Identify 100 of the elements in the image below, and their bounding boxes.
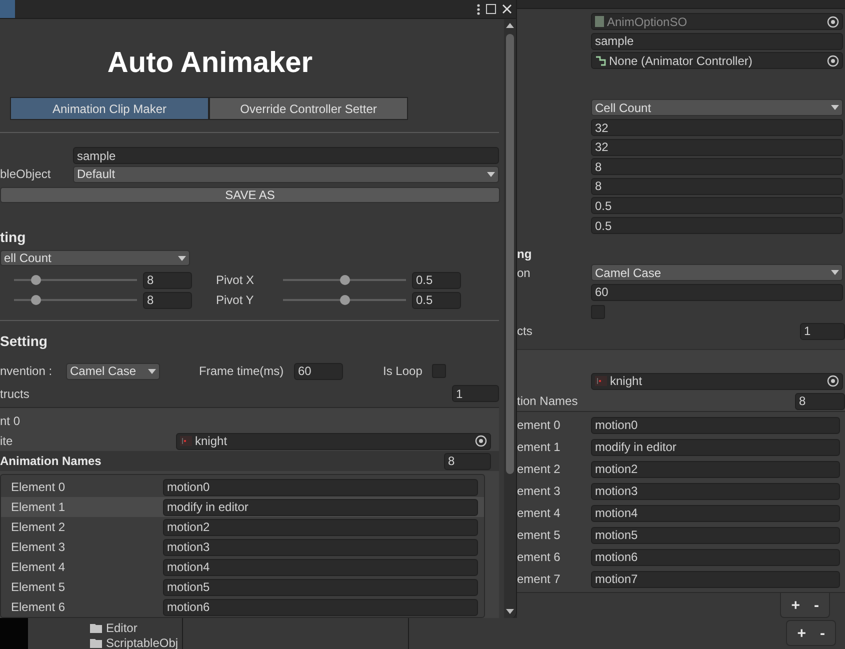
script-field: AnimOptionSO (591, 13, 843, 30)
dropdown-caret-icon (831, 270, 839, 276)
name-field[interactable]: sample (591, 32, 843, 50)
text-field[interactable]: motion5 (591, 526, 840, 544)
target-icon[interactable] (475, 435, 487, 448)
field-label: Is Loop (383, 364, 424, 378)
tab[interactable]: Animation Clip Maker (10, 97, 209, 120)
slider[interactable] (283, 275, 406, 286)
slider-thumb[interactable] (31, 275, 42, 286)
slider-thumb[interactable] (31, 295, 42, 306)
text-field[interactable]: motion5 (163, 578, 478, 596)
dropdown-caret-icon (178, 256, 186, 261)
sprite-field[interactable]: knight (176, 432, 491, 450)
number-field[interactable]: 1 (800, 322, 845, 340)
more-icon[interactable] (477, 4, 480, 14)
slider-thumb[interactable] (340, 295, 350, 306)
number-field[interactable]: 0.5 (591, 197, 843, 214)
element-label: Element 0 (10, 480, 66, 494)
number-field[interactable]: 8 (143, 272, 192, 289)
text-field[interactable]: modify in editor (591, 438, 840, 456)
element-label: ement 7 (517, 572, 562, 586)
folder-icon (90, 638, 102, 648)
list-header[interactable]: tion Names (517, 394, 795, 408)
text-field[interactable]: motion0 (591, 416, 840, 434)
number-field[interactable]: 32 (591, 119, 843, 136)
close-icon[interactable] (502, 4, 512, 14)
element-label: ement 1 (517, 440, 562, 454)
target-icon[interactable] (827, 375, 839, 388)
element-label: Element 3 (10, 540, 66, 554)
number-field[interactable]: 0.5 (591, 217, 843, 234)
scroll-down-icon[interactable] (506, 609, 514, 614)
list-control-button[interactable]: - (814, 596, 819, 614)
number-field[interactable]: 8 (591, 158, 843, 176)
section-header: ting (0, 229, 27, 248)
text-field[interactable]: modify in editor (163, 498, 478, 516)
text-field[interactable]: motion2 (163, 518, 478, 536)
number-field[interactable]: 1 (452, 385, 499, 402)
field-label: ite (0, 434, 14, 448)
text-field[interactable]: motion2 (591, 460, 840, 478)
number-field[interactable]: 8 (143, 292, 192, 309)
list-row[interactable]: Element 0 motion0 (1, 477, 484, 498)
list-control-button[interactable]: + (791, 596, 800, 614)
list-header[interactable]: Animation Names (0, 454, 444, 468)
folder-item[interactable]: Editor (90, 620, 138, 635)
element-label: Element 5 (10, 580, 66, 594)
dropdown-caret-icon (148, 368, 156, 374)
scroll-up-icon[interactable] (506, 23, 514, 28)
maximize-icon[interactable] (486, 4, 496, 14)
sprite-icon (180, 436, 192, 446)
text-field[interactable]: motion4 (591, 504, 840, 522)
controller-field[interactable]: None (Animator Controller) (591, 52, 843, 70)
element-label: ement 5 (517, 528, 562, 542)
target-icon[interactable] (827, 54, 839, 67)
element-label: ement 0 (517, 418, 562, 432)
list-control-button[interactable]: + (797, 624, 806, 642)
script-icon (595, 16, 604, 28)
list-control-button[interactable]: - (820, 624, 825, 642)
number-field[interactable]: 32 (591, 138, 843, 156)
convention-dropdown[interactable]: Camel Case (66, 362, 160, 380)
text-field[interactable]: motion3 (163, 538, 478, 556)
number-field[interactable]: 8 (591, 178, 843, 195)
foldout-label[interactable]: nt 0 (0, 414, 20, 428)
text-field[interactable]: motion3 (591, 482, 840, 500)
text-field[interactable]: motion4 (163, 558, 478, 576)
element-label: ement 2 (517, 462, 562, 476)
mode-dropdown[interactable]: ell Count (0, 250, 190, 266)
controller-icon (595, 56, 606, 66)
sprite-field[interactable]: knight (591, 372, 843, 390)
number-field[interactable]: 0.5 (412, 292, 461, 309)
mode-dropdown[interactable]: Cell Count (591, 99, 843, 116)
number-field[interactable]: 0.5 (412, 272, 461, 289)
dropdown-caret-icon (487, 172, 495, 177)
number-field[interactable]: 8 (444, 452, 491, 470)
convention-dropdown[interactable]: Camel Case (591, 264, 843, 282)
list-row[interactable]: Element 5 motion5 (1, 577, 484, 598)
text-field[interactable]: motion0 (163, 478, 478, 496)
preset-dropdown[interactable]: Default (73, 166, 499, 183)
text-field[interactable]: motion6 (163, 598, 478, 616)
section-header: Setting (0, 333, 48, 352)
text-field[interactable]: motion6 (591, 548, 840, 566)
name-field[interactable]: sample (73, 147, 499, 164)
slider[interactable] (283, 295, 406, 306)
folder-item[interactable]: ScriptableObj (90, 635, 178, 649)
list-row[interactable]: Element 6 motion6 (1, 597, 484, 618)
number-field[interactable]: 60 (591, 284, 843, 301)
text-field[interactable]: motion7 (591, 570, 840, 588)
slider-thumb[interactable] (340, 275, 350, 286)
slider[interactable] (14, 295, 137, 306)
list-row[interactable]: Element 1 modify in editor (1, 497, 484, 518)
list-row[interactable]: Element 4 motion4 (1, 557, 484, 578)
tab[interactable]: Override Controller Setter (209, 97, 408, 120)
scrollbar-thumb[interactable] (506, 34, 514, 474)
number-field[interactable]: 8 (795, 392, 845, 410)
target-icon[interactable] (827, 16, 839, 28)
save-as-button[interactable]: SAVE AS (0, 186, 500, 204)
list-row[interactable]: Element 3 motion3 (1, 537, 484, 558)
number-field[interactable]: 60 (294, 362, 343, 380)
slider[interactable] (14, 275, 137, 286)
panel-background (0, 618, 28, 649)
list-row[interactable]: Element 2 motion2 (1, 517, 484, 538)
